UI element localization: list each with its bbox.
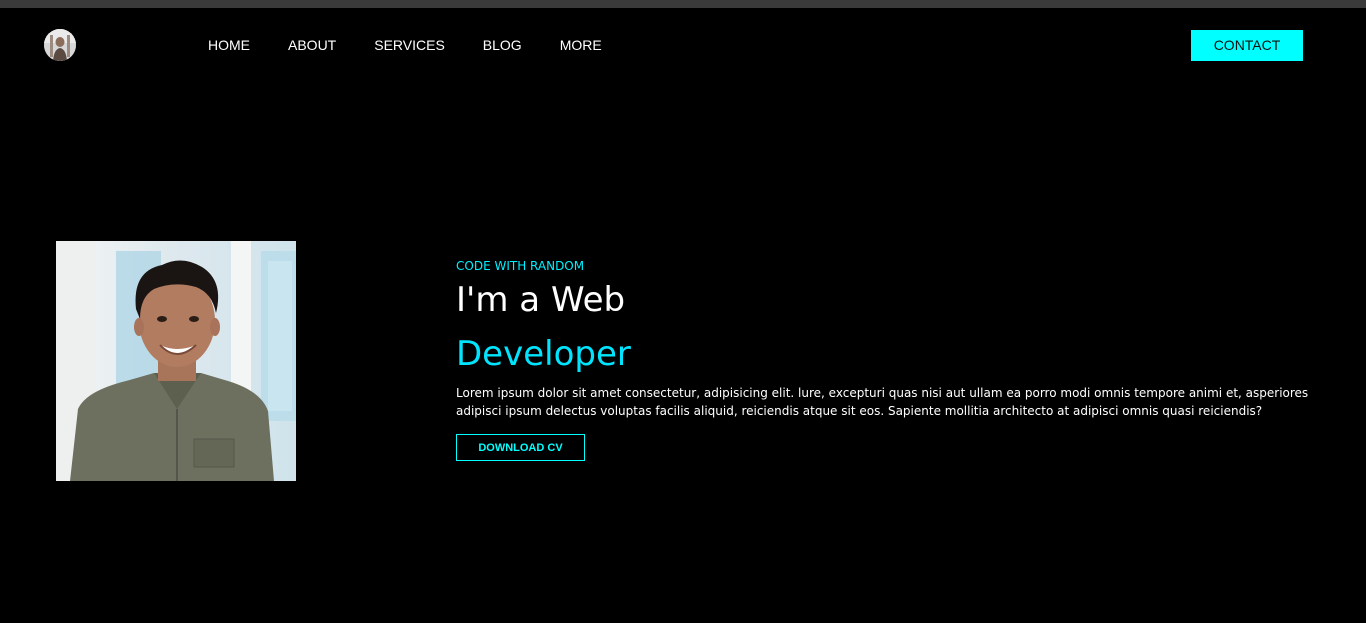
- hero-kicker: CODE WITH RANDOM: [456, 259, 585, 273]
- hero-title-line2: Developer: [456, 334, 631, 374]
- hero-description: Lorem ipsum dolor sit amet consectetur, …: [456, 386, 1309, 418]
- download-cv-button[interactable]: DOWNLOAD CV: [456, 434, 585, 461]
- profile-photo-image: [56, 241, 296, 481]
- hero-title-line1: I'm a Web: [456, 280, 626, 320]
- nav-blog[interactable]: BLOG: [483, 37, 522, 53]
- main-menu: HOME ABOUT SERVICES BLOG MORE: [208, 37, 602, 53]
- logo-avatar[interactable]: [44, 29, 76, 61]
- nav-more[interactable]: MORE: [560, 37, 602, 53]
- contact-button[interactable]: CONTACT: [1191, 30, 1303, 61]
- hero-section: CODE WITH RANDOM I'm a Web Developer Lor…: [456, 258, 1336, 461]
- nav-about[interactable]: ABOUT: [288, 37, 336, 53]
- navbar: HOME ABOUT SERVICES BLOG MORE CONTACT: [0, 8, 1366, 83]
- browser-top-strip: [0, 0, 1366, 8]
- profile-photo: [56, 241, 296, 481]
- nav-home[interactable]: HOME: [208, 37, 250, 53]
- avatar-image: [44, 29, 76, 61]
- nav-services[interactable]: SERVICES: [374, 37, 445, 53]
